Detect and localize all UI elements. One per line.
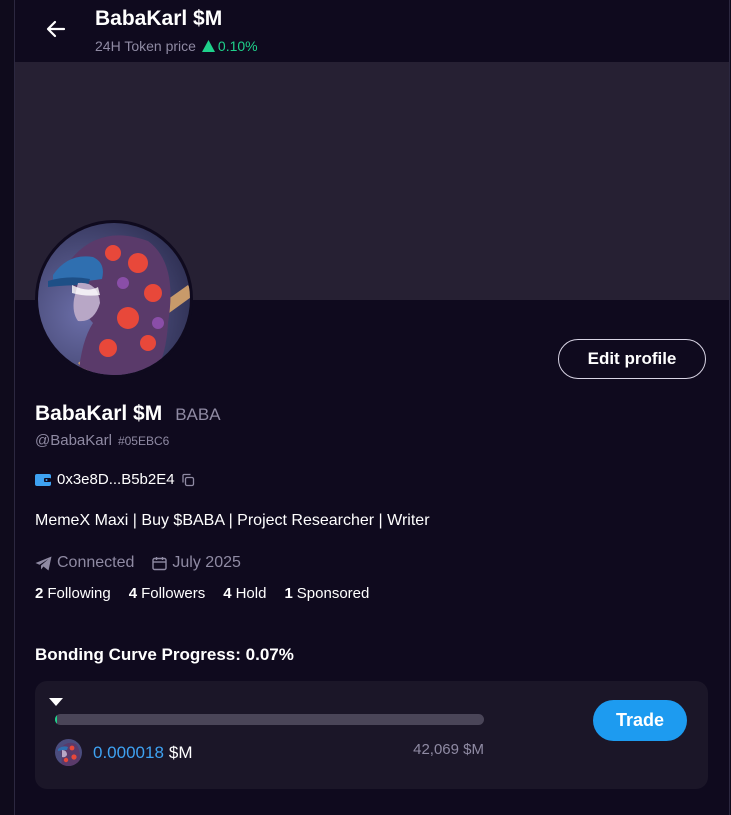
wallet-icon bbox=[35, 473, 51, 486]
bonding-progress-bar bbox=[55, 714, 484, 725]
bonding-progress-fill bbox=[55, 714, 57, 725]
stat-followers[interactable]: 4 Followers bbox=[129, 585, 206, 602]
stat-label: Hold bbox=[235, 585, 267, 602]
copy-icon[interactable] bbox=[181, 473, 195, 487]
header-title: BabaKarl $M bbox=[95, 7, 223, 30]
stat-following[interactable]: 2 Following bbox=[35, 585, 111, 602]
stat-count: 1 bbox=[284, 585, 293, 602]
token-price-info: 24H Token price 0.10% bbox=[95, 38, 258, 54]
edit-profile-button[interactable]: Edit profile bbox=[558, 339, 706, 379]
wallet-address: 0x3e8D...B5b2E4 bbox=[57, 471, 175, 488]
stat-label: Followers bbox=[141, 585, 206, 602]
telegram-icon bbox=[35, 556, 52, 570]
name-row: BabaKarl $M BABA bbox=[35, 402, 221, 426]
market-cap-target: 42,069 $M bbox=[413, 741, 484, 758]
profile-page: BabaKarl $M 24H Token price 0.10% Edit p… bbox=[14, 0, 730, 815]
user-hash: #05EBC6 bbox=[117, 434, 170, 448]
price-change: 0.10% bbox=[201, 38, 258, 54]
connected-label: Connected bbox=[57, 554, 135, 571]
progress-marker-icon bbox=[49, 698, 63, 706]
stat-count: 4 bbox=[128, 585, 138, 602]
stat-hold[interactable]: 4 Hold bbox=[223, 585, 266, 602]
arrow-left-icon bbox=[46, 20, 66, 38]
back-button[interactable] bbox=[41, 14, 71, 44]
stat-label: Sponsored bbox=[296, 585, 370, 602]
join-date: July 2025 bbox=[152, 554, 241, 572]
profile-header: BabaKarl $M 24H Token price 0.10% bbox=[15, 0, 729, 62]
user-handle: @BabaKarl bbox=[35, 432, 112, 449]
profile-stats: 2 Following 4 Followers 4 Hold 1 Sponsor… bbox=[35, 585, 387, 602]
profile-meta: Connected July 2025 bbox=[35, 554, 241, 572]
stat-label: Following bbox=[47, 585, 111, 602]
stat-count: 4 bbox=[223, 585, 232, 602]
token-price-unit: $M bbox=[168, 743, 193, 762]
wallet-row: 0x3e8D...B5b2E4 bbox=[35, 471, 195, 488]
token-avatar bbox=[55, 739, 82, 766]
display-name: BabaKarl $M bbox=[35, 402, 163, 425]
token-price-label: 24H Token price bbox=[95, 38, 196, 54]
join-date-label: July 2025 bbox=[172, 554, 241, 571]
triangle-up-icon bbox=[201, 40, 215, 52]
connected-status[interactable]: Connected bbox=[35, 554, 134, 572]
trade-button[interactable]: Trade bbox=[593, 700, 687, 741]
calendar-icon bbox=[152, 556, 168, 570]
handle-row: @BabaKarl #05EBC6 bbox=[35, 432, 169, 449]
bonding-curve-card: 0.000018 $M 42,069 $M Trade bbox=[35, 681, 708, 789]
token-ticker: BABA bbox=[175, 405, 221, 424]
token-price-value: 0.000018 bbox=[93, 743, 164, 762]
price-change-value: 0.10% bbox=[217, 38, 258, 54]
avatar[interactable] bbox=[35, 220, 193, 378]
avatar-image bbox=[38, 223, 190, 375]
stat-sponsored[interactable]: 1 Sponsored bbox=[284, 585, 369, 602]
bonding-curve-title: Bonding Curve Progress: 0.07% bbox=[35, 645, 294, 664]
token-price: 0.000018 $M bbox=[93, 743, 193, 763]
profile-bio: MemeX Maxi | Buy $BABA | Project Researc… bbox=[35, 512, 430, 529]
stat-count: 2 bbox=[35, 585, 44, 602]
